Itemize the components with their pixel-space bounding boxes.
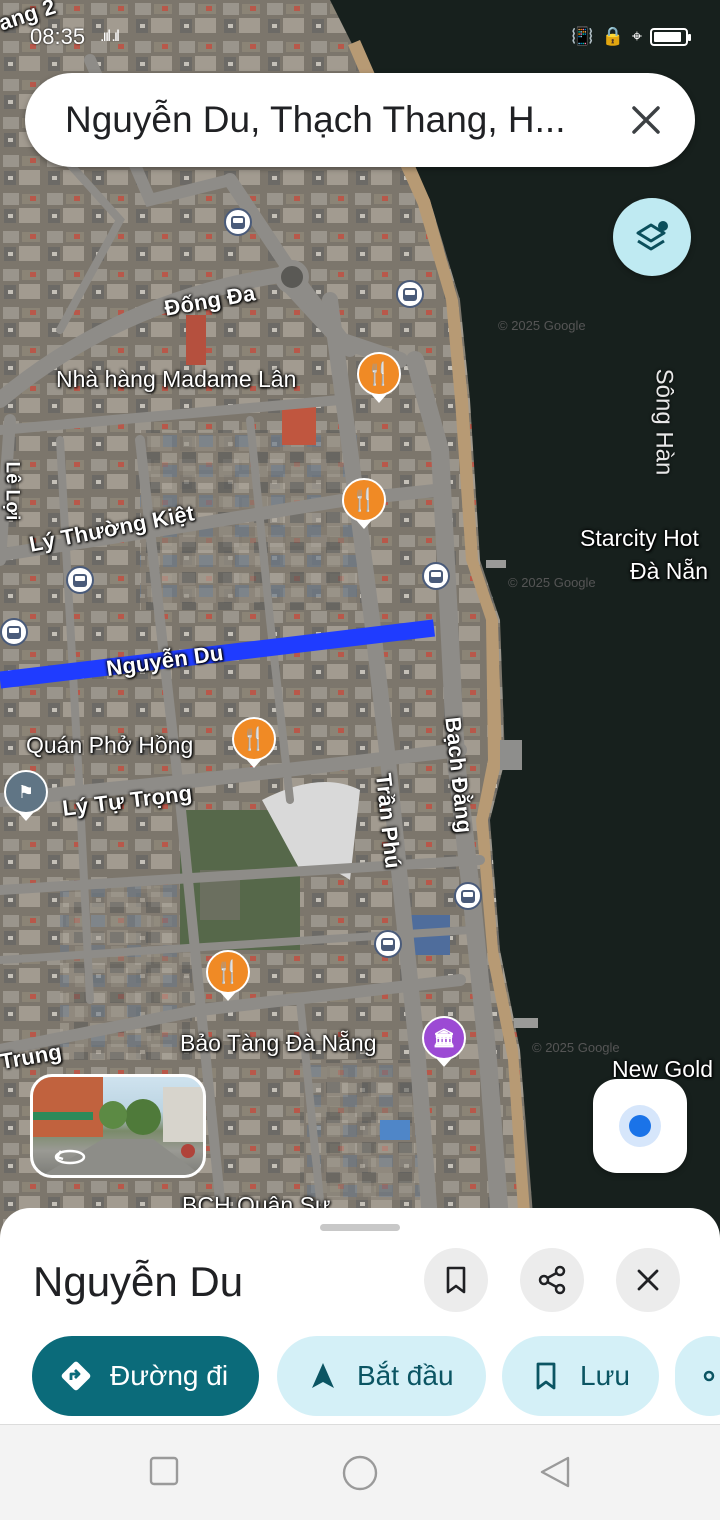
- directions-label: Đường đi: [110, 1360, 229, 1391]
- share-button[interactable]: [520, 1248, 584, 1312]
- poi-label-pho-hong[interactable]: Quán Phở Hồng: [26, 732, 193, 759]
- poi-label-madame-lan[interactable]: Nhà hàng Madame Lân: [56, 366, 296, 393]
- battery-icon: [650, 27, 691, 46]
- bus-stop-icon[interactable]: [66, 566, 94, 594]
- action-chips: Đường đi Bắt đầu Lưu: [32, 1336, 720, 1416]
- restaurant-pin-icon[interactable]: 🍴: [342, 478, 386, 529]
- save-chip[interactable]: Lưu: [502, 1336, 659, 1416]
- dnd-icon: 🔒: [601, 26, 624, 46]
- status-icons: 📳 🔒 ⌖: [571, 26, 691, 47]
- restaurant-pin-icon[interactable]: 🍴: [232, 717, 276, 768]
- river-label-song-han: Sông Hàn: [650, 368, 678, 476]
- road-label-partial-2: Lê Lợi: [1, 461, 23, 521]
- layers-button[interactable]: [613, 198, 691, 276]
- place-sheet[interactable]: Nguyễn Du Đường đi Bắt đầu Lưu: [0, 1208, 720, 1428]
- layers-icon: [636, 221, 668, 251]
- share-icon: [538, 1265, 566, 1295]
- status-time: 08:35: [30, 24, 86, 49]
- close-icon: [637, 1269, 659, 1291]
- my-location-icon: [629, 1115, 651, 1137]
- poi-label-bao-tang[interactable]: Bảo Tàng Đà Nẵng: [180, 1030, 377, 1057]
- hotel-label-line-1[interactable]: Starcity Hot: [580, 525, 699, 552]
- navigation-arrow-icon: [305, 1358, 341, 1394]
- restaurant-pin-icon[interactable]: 🍴: [357, 352, 401, 403]
- home-icon[interactable]: [341, 1455, 379, 1491]
- bus-stop-icon[interactable]: [454, 882, 482, 910]
- save-bookmark-button[interactable]: [424, 1248, 488, 1312]
- search-query-text[interactable]: Nguyễn Du, Thạch Thang, H...: [65, 99, 605, 141]
- status-bar: 08:35 .ııl .ıl 📳 🔒 ⌖: [0, 0, 720, 72]
- rotate-360-icon: [54, 1149, 86, 1165]
- back-icon[interactable]: [538, 1455, 572, 1489]
- bus-stop-icon[interactable]: [0, 618, 28, 646]
- street-view-thumbnail[interactable]: [30, 1074, 206, 1178]
- museum-pin-icon[interactable]: 🏛: [422, 1016, 466, 1067]
- close-icon[interactable]: [627, 101, 665, 139]
- bus-stop-icon[interactable]: [224, 208, 252, 236]
- hotel-label-line-2[interactable]: Đà Nẵn: [630, 558, 708, 585]
- recent-apps-icon[interactable]: [148, 1455, 180, 1487]
- search-bar[interactable]: Nguyễn Du, Thạch Thang, H...: [25, 73, 695, 167]
- bookmark-icon: [446, 1266, 466, 1294]
- drag-handle[interactable]: [320, 1224, 400, 1231]
- close-sheet-button[interactable]: [616, 1248, 680, 1312]
- my-location-button[interactable]: [593, 1079, 687, 1173]
- bookmark-icon: [528, 1358, 564, 1394]
- share-icon: [701, 1358, 720, 1394]
- place-title: Nguyễn Du: [33, 1258, 244, 1305]
- save-label: Lưu: [580, 1360, 630, 1391]
- bus-stop-icon[interactable]: [374, 930, 402, 958]
- start-label: Bắt đầu: [357, 1360, 454, 1391]
- map-watermark: © 2025 Google: [508, 575, 596, 590]
- directions-chip[interactable]: Đường đi: [32, 1336, 259, 1416]
- vibrate-icon: 📳: [571, 26, 594, 46]
- signal-icon: .ııl .ıl: [100, 28, 120, 45]
- restaurant-pin-icon[interactable]: 🍴: [206, 950, 250, 1001]
- start-chip[interactable]: Bắt đầu: [277, 1336, 486, 1416]
- map-watermark: © 2025 Google: [498, 318, 586, 333]
- battery-level: [654, 31, 681, 42]
- system-nav-bar: [0, 1424, 720, 1520]
- bus-stop-icon[interactable]: [422, 562, 450, 590]
- location-icon: ⌖: [631, 26, 642, 46]
- share-chip[interactable]: [675, 1336, 720, 1416]
- directions-icon: [58, 1358, 94, 1394]
- bus-stop-icon[interactable]: [396, 280, 424, 308]
- place-pin-icon[interactable]: ⚑: [4, 770, 48, 821]
- map-watermark: © 2025 Google: [532, 1040, 620, 1055]
